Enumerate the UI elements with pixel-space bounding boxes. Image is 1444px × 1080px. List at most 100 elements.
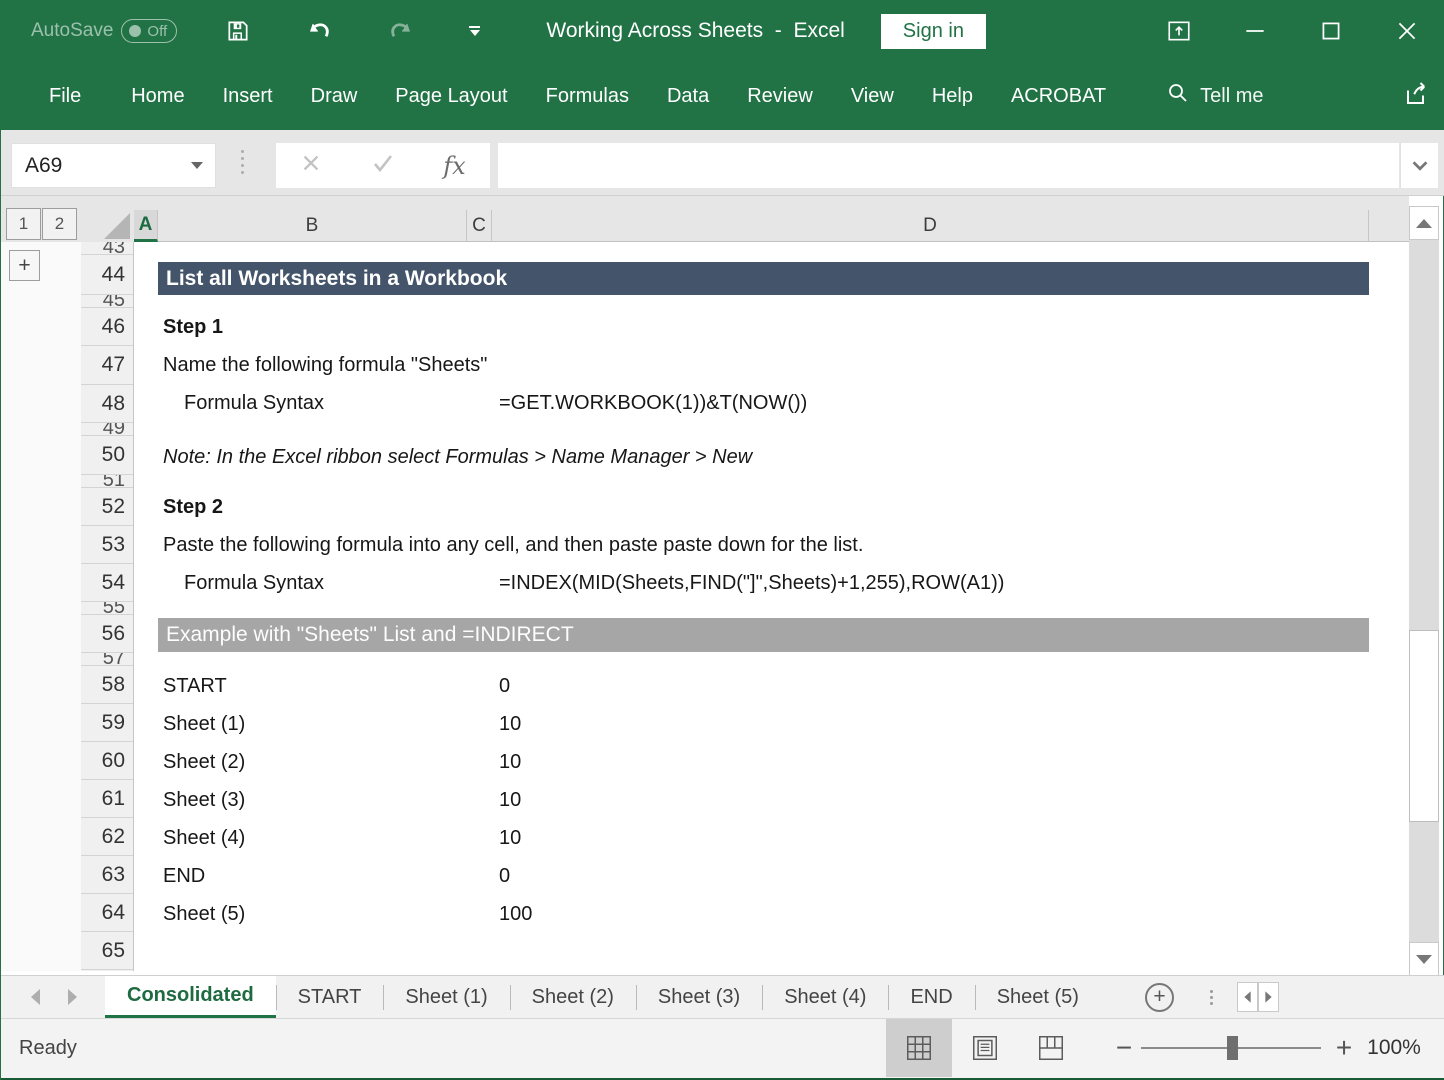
enter-check-icon[interactable] <box>371 151 395 180</box>
outline-level-2-button[interactable]: 2 <box>42 208 77 240</box>
row-header-43[interactable]: 43 <box>81 242 133 255</box>
row-header-61[interactable]: 61 <box>81 780 133 818</box>
note-line: Note: In the Excel ribbon select Formula… <box>163 438 752 476</box>
maximize-icon[interactable] <box>1293 0 1369 62</box>
sheet-tab-sheet-2[interactable]: Sheet (2) <box>510 976 636 1018</box>
tell-me-box[interactable]: Tell me <box>1166 81 1263 111</box>
tab-home[interactable]: Home <box>131 77 184 116</box>
row-header-49[interactable]: 49 <box>81 423 133 436</box>
formula-bar-expand-icon[interactable] <box>1400 143 1438 188</box>
autosave-pill[interactable]: Off <box>121 19 177 43</box>
scrollbar-track[interactable] <box>1409 240 1439 942</box>
sheet-prev-icon[interactable] <box>31 989 40 1005</box>
row-header-50[interactable]: 50 <box>81 436 133 475</box>
row-header-63[interactable]: 63 <box>81 856 133 894</box>
sign-in-button[interactable]: Sign in <box>881 14 986 49</box>
row-header-45[interactable]: 45 <box>81 295 133 308</box>
row-header-46[interactable]: 46 <box>81 308 133 346</box>
scrollbar-thumb[interactable] <box>1409 630 1439 822</box>
scroll-down-icon[interactable] <box>1409 942 1439 976</box>
save-icon[interactable] <box>225 18 251 44</box>
normal-view-icon[interactable] <box>886 1019 952 1077</box>
sheet-tab-sheet-5b[interactable]: Sheet (5) <box>975 976 1101 1018</box>
row-header-53[interactable]: 53 <box>81 526 133 564</box>
close-icon[interactable] <box>1369 0 1444 62</box>
example-name: Sheet (4) <box>163 819 245 857</box>
row-header-57[interactable]: 57 <box>81 653 133 666</box>
toggle-dot-icon <box>129 25 141 37</box>
column-headers: A B C D <box>134 196 1409 242</box>
tab-insert[interactable]: Insert <box>223 77 273 116</box>
example-name: END <box>163 857 205 895</box>
scroll-up-icon[interactable] <box>1409 206 1439 240</box>
sheet-tab-consolidated[interactable]: Consolidated <box>105 976 276 1018</box>
insert-function-icon[interactable]: fx <box>443 152 465 180</box>
page-layout-view-icon[interactable] <box>952 1019 1018 1077</box>
row-header-60[interactable]: 60 <box>81 742 133 780</box>
cancel-icon[interactable] <box>300 152 322 179</box>
row-header-52[interactable]: 52 <box>81 488 133 526</box>
select-all-corner[interactable] <box>104 213 130 239</box>
sheet-tab-sheet-3[interactable]: Sheet (3) <box>636 976 762 1018</box>
formula-bar-resize-handle[interactable] <box>241 150 244 174</box>
step1-heading: Step 1 <box>163 308 223 346</box>
zoom-percentage[interactable]: 100% <box>1359 1019 1429 1077</box>
row-headers: 43 44 45 46 47 48 49 50 51 52 53 54 55 5… <box>81 242 134 971</box>
tab-view[interactable]: View <box>851 77 894 116</box>
row-header-64[interactable]: 64 <box>81 894 133 932</box>
undo-icon[interactable] <box>305 17 333 45</box>
zoom-out-button[interactable]: − <box>1109 1019 1139 1077</box>
vertical-scrollbar[interactable] <box>1409 206 1439 976</box>
row-header-51[interactable]: 51 <box>81 475 133 488</box>
redo-icon <box>387 17 415 45</box>
tab-formulas[interactable]: Formulas <box>546 77 629 116</box>
tab-acrobat[interactable]: ACROBAT <box>1011 77 1106 116</box>
step2-line: Paste the following formula into any cel… <box>163 526 863 564</box>
row-header-54[interactable]: 54 <box>81 564 133 602</box>
row-header-58[interactable]: 58 <box>81 666 133 704</box>
hscroll-right-icon[interactable] <box>1258 982 1279 1012</box>
name-box[interactable]: A69 <box>11 143 216 188</box>
sheet-tab-sheet-1[interactable]: Sheet (1) <box>383 976 509 1018</box>
column-header-a[interactable]: A <box>134 210 158 242</box>
sheet-tab-sheet-5[interactable]: END <box>888 976 974 1018</box>
column-header-d[interactable]: D <box>492 210 1369 242</box>
tab-help[interactable]: Help <box>932 77 973 116</box>
zoom-slider[interactable] <box>1141 1047 1321 1049</box>
tab-review[interactable]: Review <box>747 77 813 116</box>
minimize-icon[interactable] <box>1217 0 1293 62</box>
column-header-b[interactable]: B <box>158 210 467 242</box>
outline-level-1-button[interactable]: 1 <box>6 208 41 240</box>
worksheet-grid[interactable]: List all Worksheets in a Workbook Step 1… <box>134 242 1409 971</box>
share-icon[interactable] <box>1403 78 1433 114</box>
zoom-slider-thumb[interactable] <box>1227 1036 1238 1060</box>
tab-draw[interactable]: Draw <box>311 77 358 116</box>
sheet-next-icon[interactable] <box>68 989 77 1005</box>
tab-data[interactable]: Data <box>667 77 709 116</box>
add-sheet-icon[interactable]: + <box>1145 983 1174 1012</box>
hscroll-left-icon[interactable] <box>1237 982 1258 1012</box>
customize-qat-icon[interactable] <box>469 26 480 36</box>
tab-file[interactable]: File <box>49 77 81 116</box>
autosave-toggle[interactable]: AutoSave Off <box>31 19 177 43</box>
sheet-tab-start[interactable]: START <box>276 976 384 1018</box>
tab-page-layout[interactable]: Page Layout <box>395 77 507 116</box>
sheet-tab-end[interactable]: Sheet (4) <box>762 976 888 1018</box>
row-header-65[interactable]: 65 <box>81 932 133 970</box>
zoom-in-button[interactable]: + <box>1329 1019 1359 1077</box>
example-value: 10 <box>499 705 521 743</box>
tab-options-ellipsis-icon[interactable] <box>1210 990 1213 1005</box>
formula-input[interactable] <box>498 143 1399 188</box>
page-break-view-icon[interactable] <box>1018 1019 1084 1077</box>
row-header-47[interactable]: 47 <box>81 346 133 385</box>
column-header-c[interactable]: C <box>467 210 492 242</box>
row-header-56[interactable]: 56 <box>81 615 133 653</box>
row-header-44[interactable]: 44 <box>81 255 133 295</box>
row-header-55[interactable]: 55 <box>81 602 133 615</box>
name-box-dropdown-icon[interactable] <box>191 162 203 169</box>
row-header-59[interactable]: 59 <box>81 704 133 742</box>
row-header-62[interactable]: 62 <box>81 818 133 856</box>
ribbon-display-options-icon[interactable] <box>1141 0 1217 62</box>
outline-expand-button[interactable]: + <box>9 250 40 281</box>
row-header-48[interactable]: 48 <box>81 385 133 423</box>
